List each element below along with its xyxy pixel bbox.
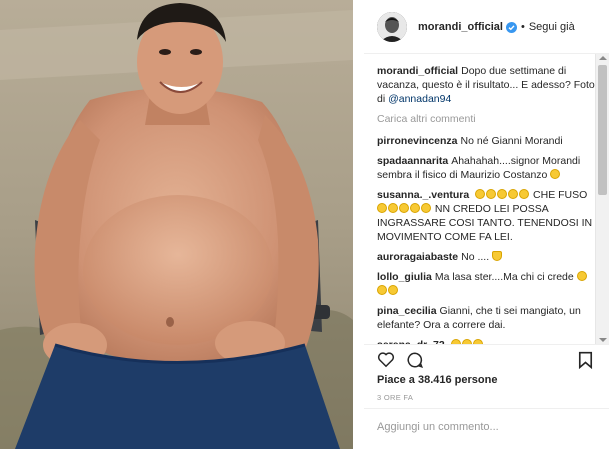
bookmark-icon[interactable]	[578, 351, 593, 372]
scroll-thumb[interactable]	[598, 65, 607, 195]
comment-item: susanna._.ventura CHE FUSO NN CREDO LEI …	[377, 188, 597, 244]
comment-item: pirronevincenza No né Gianni Morandi	[377, 134, 597, 148]
rofl-face-icon	[388, 285, 398, 295]
post-photo[interactable]	[0, 0, 353, 449]
grinning-face-icon	[550, 169, 561, 179]
comment-text: No né Gianni Morandi	[460, 135, 563, 147]
comment-item: pina_cecilia Gianni, che ti sei mangiato,…	[377, 304, 597, 332]
comment-username[interactable]: pina_cecilia	[377, 305, 437, 317]
comments-scrollbar[interactable]	[595, 54, 609, 344]
rofl-face-icon	[576, 271, 587, 281]
header-username[interactable]: morandi_official	[418, 21, 503, 33]
add-comment-input[interactable]: Aggiungi un commento...	[364, 408, 609, 449]
comment-item: spadaannarita Ahahahah....signor Morandi …	[377, 154, 597, 182]
post-header: morandi_official • Segui già	[364, 0, 609, 54]
laughing-face-icon	[475, 189, 486, 199]
rofl-face-icon	[377, 285, 387, 295]
action-bar	[364, 344, 609, 374]
header-separator: •	[520, 20, 525, 33]
thumbs-down-icon	[492, 251, 503, 261]
comment-icon[interactable]	[406, 351, 424, 372]
load-more-comments-link[interactable]: Carica altri commenti	[377, 112, 597, 126]
laughing-face-icon	[399, 203, 409, 213]
heart-icon[interactable]	[377, 351, 395, 371]
comment-username[interactable]: auroragaiabaste	[377, 251, 458, 263]
scroll-up-arrow-icon[interactable]	[599, 56, 607, 60]
laughing-face-icon	[486, 189, 497, 199]
laughing-face-icon	[508, 189, 519, 199]
verified-badge-icon	[505, 22, 517, 33]
avatar[interactable]	[377, 11, 407, 42]
post-timestamp: 3 ORE FA	[377, 393, 414, 402]
laughing-face-icon	[421, 203, 431, 213]
caption: morandi_official Dopo due settimane di va…	[377, 64, 597, 106]
comment-username[interactable]: lollo_giulia	[377, 271, 432, 283]
laughing-face-icon	[519, 189, 530, 199]
likes-count[interactable]: Piace a 38.416 persone	[377, 374, 497, 386]
comment-item: auroragaiabaste No ....	[377, 250, 597, 264]
comment-text: CHE FUSO	[533, 189, 588, 201]
follow-button[interactable]: Segui già	[529, 21, 575, 33]
scroll-down-arrow-icon[interactable]	[599, 338, 607, 342]
comment-text: No ....	[461, 251, 490, 263]
laughing-face-icon	[410, 203, 420, 213]
post-side-panel: morandi_official • Segui già morandi_off…	[364, 0, 609, 449]
comment-username[interactable]: susanna._.ventura	[377, 189, 469, 201]
comment-username[interactable]: pirronevincenza	[377, 135, 458, 147]
laughing-face-icon	[497, 189, 508, 199]
laughing-face-icon	[388, 203, 398, 213]
laughing-face-icon	[377, 203, 387, 213]
comment-item: lollo_giulia Ma lasa ster....Ma chi ci cr…	[377, 270, 597, 298]
comments-list: morandi_official Dopo due settimane di va…	[377, 64, 597, 344]
caption-username[interactable]: morandi_official	[377, 65, 458, 77]
comment-text: Ma lasa ster....Ma chi ci crede	[434, 271, 574, 283]
caption-mention[interactable]: @annadan94	[388, 93, 451, 105]
comment-username[interactable]: spadaannarita	[377, 155, 448, 167]
